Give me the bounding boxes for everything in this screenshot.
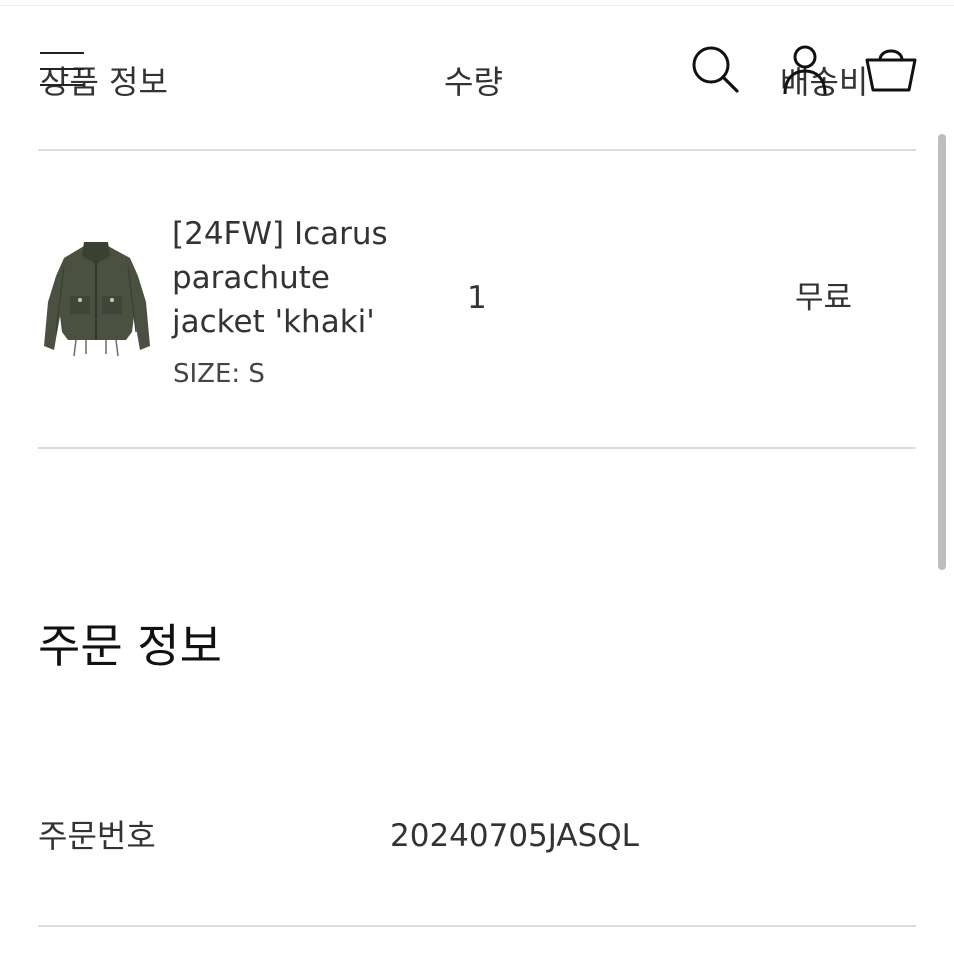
product-size: SIZE: S (173, 359, 265, 389)
shipping-fee-value: 무료 (795, 280, 853, 316)
search-icon[interactable] (690, 44, 740, 94)
bag-icon[interactable] (864, 42, 918, 96)
product-thumbnail[interactable] (40, 236, 152, 360)
order-divider (38, 925, 916, 927)
quantity-header: 수량 (444, 63, 503, 101)
hamburger-icon[interactable] (40, 52, 86, 86)
order-info-title: 주문 정보 (38, 619, 222, 673)
quantity-value: 1 (467, 280, 487, 316)
jacket-image (44, 242, 150, 357)
user-icon[interactable] (782, 44, 828, 96)
order-number-label: 주문번호 (38, 817, 156, 855)
header-divider (38, 149, 916, 151)
top-divider (0, 5, 954, 6)
product-name-link[interactable]: [24FW] Icarus parachute jacket 'khaki' (172, 212, 412, 344)
page-scrollbar[interactable] (938, 134, 946, 570)
order-number-value: 20240705JASQL (390, 818, 639, 854)
item-divider (38, 447, 916, 449)
